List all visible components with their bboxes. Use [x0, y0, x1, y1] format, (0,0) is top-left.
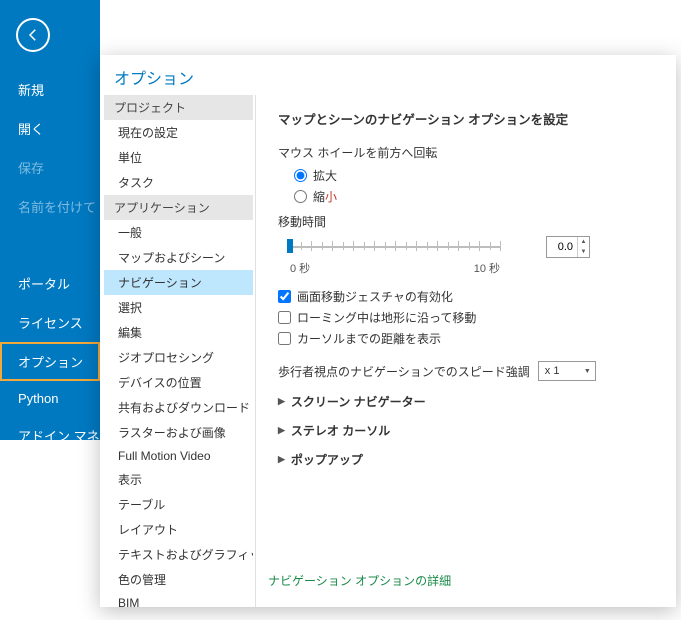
category-item[interactable]: BIM — [104, 592, 253, 607]
chevron-right-icon: ▶ — [278, 454, 285, 465]
checkbox-roaming[interactable] — [278, 311, 291, 324]
chevron-right-icon: ▶ — [278, 425, 285, 436]
radio-zoom-out[interactable] — [294, 190, 307, 203]
category-item[interactable]: デバイスの位置 — [104, 370, 253, 395]
checkbox-roaming-label: ローミング中は地形に沿って移動 — [297, 309, 476, 326]
category-group-header: プロジェクト — [104, 95, 253, 120]
category-item[interactable]: 表示 — [104, 467, 253, 492]
back-button[interactable] — [16, 18, 50, 52]
expander-popup[interactable]: ▶ ポップアップ — [278, 451, 656, 468]
chevron-down-icon: ▼ — [584, 368, 591, 375]
category-item[interactable]: 共有およびダウンロード — [104, 395, 253, 420]
category-item[interactable]: 一般 — [104, 220, 253, 245]
slider-max-label: 10 秒 — [474, 260, 500, 276]
transition-value-field[interactable] — [547, 237, 577, 257]
category-item[interactable]: 単位 — [104, 145, 253, 170]
category-item[interactable]: タスク — [104, 170, 253, 195]
ribbon-item: 名前を付けて — [0, 187, 100, 226]
category-item[interactable]: 選択 — [104, 295, 253, 320]
transition-slider[interactable]: 0 秒 10 秒 — [290, 236, 656, 276]
expander-screen-navigator[interactable]: ▶ スクリーン ナビゲーター — [278, 393, 656, 410]
slider-thumb[interactable] — [287, 239, 293, 253]
checkbox-cursor-distance-label: カーソルまでの距離を表示 — [297, 330, 441, 347]
category-item[interactable]: ジオプロセシング — [104, 345, 253, 370]
ribbon-item[interactable]: アドイン マネー — [0, 416, 100, 455]
transition-label: 移動時間 — [278, 213, 656, 230]
options-dialog: オプション プロジェクト 現在の設定単位タスク アプリケーション 一般マップおよ… — [100, 55, 676, 607]
radio-zoom-in[interactable] — [294, 169, 307, 182]
category-item[interactable]: レイアウト — [104, 517, 253, 542]
left-ribbon: 新規開く保存名前を付けて ポータルライセンスオプションPythonアドイン マネ… — [0, 0, 100, 440]
ribbon-item[interactable]: 開く — [0, 109, 100, 148]
slider-min-label: 0 秒 — [290, 260, 310, 276]
category-item[interactable]: テキストおよびグラフィックス — [104, 542, 253, 567]
speed-select[interactable]: x 1 ▼ — [538, 361, 596, 381]
speed-label: 歩行者視点のナビゲーションでのスピード強調 — [278, 363, 530, 380]
transition-value-input[interactable]: ▲ ▼ — [546, 236, 590, 258]
ribbon-item[interactable]: 新規 — [0, 70, 100, 109]
radio-zoom-out-label: 縮小 — [313, 188, 337, 205]
category-item[interactable]: マップおよびシーン — [104, 245, 253, 270]
category-item[interactable]: 現在の設定 — [104, 120, 253, 145]
category-item[interactable]: 色の管理 — [104, 567, 253, 592]
chevron-right-icon: ▶ — [278, 396, 285, 407]
category-list[interactable]: プロジェクト 現在の設定単位タスク アプリケーション 一般マップおよびシーンナビ… — [104, 95, 256, 607]
learn-more-link[interactable]: ナビゲーション オプションの詳細 — [268, 572, 451, 589]
checkbox-gesture[interactable] — [278, 290, 291, 303]
checkbox-gesture-label: 画面移動ジェスチャの有効化 — [297, 288, 453, 305]
category-item[interactable]: ナビゲーション — [104, 270, 253, 295]
checkbox-cursor-distance[interactable] — [278, 332, 291, 345]
ribbon-item[interactable]: オプション — [0, 342, 100, 381]
speed-select-value: x 1 — [545, 365, 560, 377]
radio-zoom-in-label: 拡大 — [313, 167, 337, 184]
ribbon-item: 保存 — [0, 148, 100, 187]
ribbon-item[interactable]: Python — [0, 381, 100, 416]
ribbon-item[interactable]: ライセンス — [0, 303, 100, 342]
category-item[interactable]: Full Motion Video — [104, 445, 253, 467]
category-item[interactable]: 編集 — [104, 320, 253, 345]
spinner-down-icon[interactable]: ▼ — [578, 247, 589, 257]
category-item[interactable]: テーブル — [104, 492, 253, 517]
arrow-left-icon — [24, 26, 42, 44]
content-heading: マップとシーンのナビゲーション オプションを設定 — [278, 109, 656, 128]
content-pane: マップとシーンのナビゲーション オプションを設定 マウス ホイールを前方へ回転 … — [256, 95, 676, 607]
dialog-title: オプション — [100, 55, 676, 95]
expander-stereo-cursor[interactable]: ▶ ステレオ カーソル — [278, 422, 656, 439]
ribbon-item[interactable]: ポータル — [0, 264, 100, 303]
wheel-label: マウス ホイールを前方へ回転 — [278, 144, 656, 161]
spinner-up-icon[interactable]: ▲ — [578, 237, 589, 247]
category-item[interactable]: ラスターおよび画像 — [104, 420, 253, 445]
category-group-header: アプリケーション — [104, 195, 253, 220]
